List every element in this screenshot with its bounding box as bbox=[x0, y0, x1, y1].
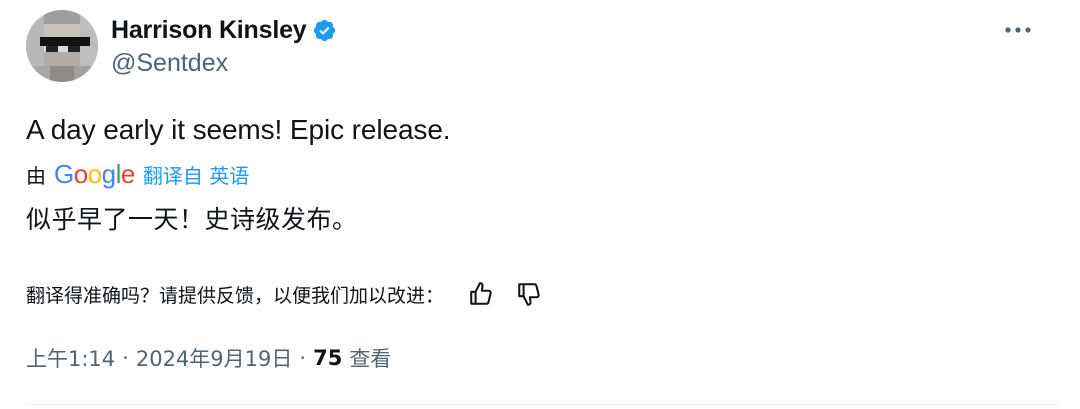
translation-attribution: 由 Google 翻译自 英语 bbox=[26, 157, 249, 191]
verified-badge-icon[interactable] bbox=[312, 18, 337, 43]
google-logo: Google bbox=[54, 159, 135, 190]
thumbs-down-icon bbox=[518, 283, 540, 306]
thumbs-down-button[interactable] bbox=[512, 277, 546, 311]
tweet-date[interactable]: 2024年9月19日 bbox=[136, 343, 293, 373]
thumbs-up-button[interactable] bbox=[464, 277, 498, 311]
tweet-text: A day early it seems! Epic release. bbox=[26, 114, 451, 145]
meta-separator-2: · bbox=[299, 346, 307, 370]
google-letter-4: g bbox=[101, 158, 116, 189]
google-letter-2: o bbox=[73, 158, 88, 189]
google-letter-1: G bbox=[54, 158, 74, 189]
avatar-image bbox=[26, 10, 98, 82]
divider bbox=[26, 404, 1060, 405]
translation-feedback: 翻译得准确吗？请提供反馈，以便我们加以改进： bbox=[26, 276, 546, 312]
views-label: 查看 bbox=[349, 347, 392, 371]
meta-separator-1: · bbox=[122, 346, 129, 370]
avatar[interactable] bbox=[26, 10, 98, 82]
author-name-row: Harrison Kinsley bbox=[111, 13, 337, 47]
tweet-meta: 上午1:14 · 2024年9月19日 · 75 查看 bbox=[26, 340, 391, 376]
translated-by-label: 由 bbox=[26, 163, 46, 188]
feedback-prompt: 翻译得准确吗？请提供反馈，以便我们加以改进： bbox=[26, 284, 445, 307]
google-letter-6: e bbox=[120, 158, 135, 189]
author-display-name[interactable]: Harrison Kinsley bbox=[111, 16, 307, 45]
thumbs-up-icon bbox=[470, 282, 492, 305]
tweet-time[interactable]: 上午1:14 bbox=[26, 343, 115, 373]
translated-from-link[interactable]: 翻译自 英语 bbox=[143, 160, 249, 189]
google-letter-3: o bbox=[87, 158, 102, 189]
views-count: 75 bbox=[313, 346, 343, 370]
translated-text: 似乎早了一天！史诗级发布。 bbox=[26, 205, 358, 234]
more-dots-icon bbox=[1005, 27, 1031, 33]
author-handle[interactable]: @Sentdex bbox=[111, 49, 228, 78]
more-options-button[interactable] bbox=[1000, 16, 1036, 44]
